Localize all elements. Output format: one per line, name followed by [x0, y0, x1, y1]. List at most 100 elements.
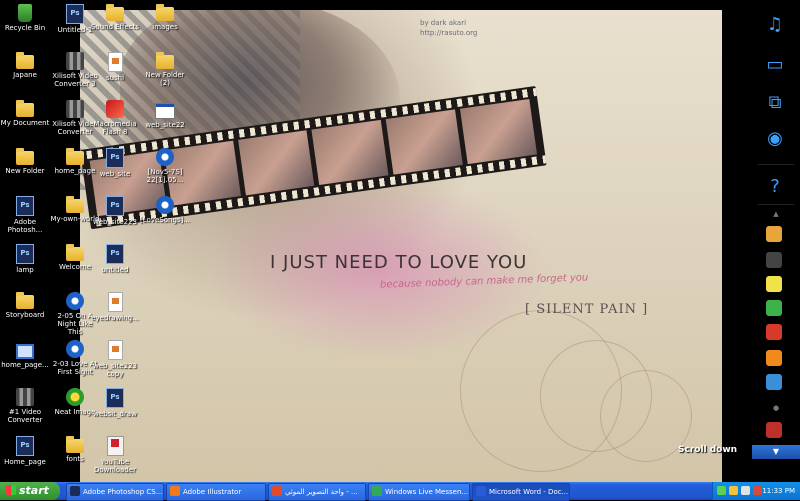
cat-red-icon[interactable] [766, 422, 782, 438]
scroll-down-button[interactable]: ▼ [752, 445, 800, 459]
chevron-down-icon: ▼ [772, 447, 780, 456]
desktop-icon[interactable]: #1 Video Converter [0, 386, 50, 434]
desktop-icon[interactable]: Japane [0, 50, 50, 98]
desktop-icon-label: YouTube Downloader [94, 458, 136, 474]
desktop-icon[interactable]: Ps Home_page [0, 434, 50, 482]
my-documents-icon [16, 100, 34, 117]
desktop-icon[interactable]: web_site223 copy [90, 338, 140, 386]
wallpaper-credit: by dark akari http://rasuto.org [420, 18, 477, 38]
desktop-icon-label: Sound Effects [90, 23, 140, 31]
folder-icon [106, 4, 124, 21]
security-icon[interactable] [753, 486, 762, 495]
desktop-icon[interactable]: Macromedia Flash 8 [90, 98, 140, 146]
desktop-icon-label: Home_page [4, 458, 46, 466]
browser-icon [272, 486, 282, 496]
film-frame [385, 109, 463, 175]
desktop-icon-label: Storyboard [5, 311, 45, 319]
desktop-icon[interactable]: [Nov5-7S] 22[1].05... [140, 146, 190, 194]
desktop-icon[interactable]: sushi [90, 50, 140, 98]
taskbar-task-button[interactable]: واحة التصوير الموئي - ... [268, 483, 366, 501]
help-icon[interactable]: ? [764, 176, 786, 198]
start-button[interactable]: start [0, 482, 60, 500]
taskbar-task-label: Adobe Illustrator [183, 488, 242, 496]
desktop-icon[interactable]: Ps web_site223 [90, 194, 140, 242]
desktop-icon-label: Japane [13, 71, 37, 79]
volume-icon[interactable] [741, 486, 750, 495]
document-icon [107, 292, 123, 312]
desktop-icon[interactable]: images [140, 2, 190, 50]
desktop-icon-label: My Document [0, 119, 50, 127]
desktop-icon[interactable]: Ps Adobe Photosh... [0, 194, 50, 242]
media-icon [156, 148, 174, 166]
taskbar-task-button[interactable]: Adobe Illustrator [166, 483, 266, 501]
flower-icon [66, 388, 84, 406]
desktop-icon-label: #1 Video Converter [7, 408, 43, 424]
downloader-icon [106, 436, 124, 456]
folder-icon [16, 292, 34, 309]
taskbar-task-button[interactable]: Microsoft Word - Doc... [472, 483, 570, 501]
desktop-icon[interactable]: New Folder [0, 146, 50, 194]
photoshop-file-icon: Ps [16, 244, 34, 264]
wallpaper-tag: [ SILENT PAIN ] [525, 302, 649, 317]
desktop-icon-label: Recycle Bin [4, 24, 46, 32]
desktop-icon-label: sushi [105, 74, 125, 82]
desktop-icon[interactable]: YouTube Downloader [90, 434, 140, 482]
desktop-icon-label: lamp [16, 266, 34, 274]
disc-icon[interactable]: ◉ [764, 128, 786, 150]
desktop-icon[interactable]: [LoveSongs]... [140, 194, 190, 242]
cone-icon[interactable] [766, 350, 782, 366]
video-converter-icon [16, 388, 34, 406]
sidebar-divider [758, 204, 794, 205]
start-label: start [19, 484, 49, 497]
film-frame [460, 98, 538, 165]
desktop-icon[interactable]: Ps web_site [90, 146, 140, 194]
taskbar-task-label: واحة التصوير الموئي - ... [285, 488, 358, 496]
desktop-icon[interactable]: Ps lamp [0, 242, 50, 290]
document-icon [107, 52, 123, 72]
desktop-icon[interactable]: Ps websit_draw [90, 386, 140, 434]
desktop-icon-label: web_site22 [145, 121, 185, 129]
desktop-icon-label: websit_draw [93, 410, 137, 418]
messenger-tray-icon[interactable] [729, 486, 738, 495]
desktop-icon[interactable]: Storyboard [0, 290, 50, 338]
picture-icon[interactable]: ▭ [764, 54, 786, 76]
scroll-up-arrow-icon[interactable]: ▲ [752, 210, 800, 218]
illustrator-icon [170, 486, 180, 496]
slides-icon[interactable]: ⧉ [764, 92, 786, 114]
red-gadget-icon[interactable] [766, 324, 782, 340]
desktop-icon[interactable]: web_site22 [140, 98, 190, 146]
taskbar-task-button[interactable]: Adobe Photoshop CS... [66, 483, 164, 501]
music-note-icon[interactable]: ♫ [764, 14, 786, 36]
desktop-icon[interactable]: Sound Effects [90, 2, 140, 50]
desktop-icon-label: Adobe Photosh... [7, 218, 43, 234]
wallpaper-credit-url: http://rasuto.org [420, 29, 478, 37]
photoshop-file-icon: Ps [106, 196, 124, 216]
desktop-icon[interactable]: New Folder (2) [140, 50, 190, 98]
network-icon[interactable] [717, 486, 726, 495]
desktop-icon[interactable]: eyedrawing... [90, 290, 140, 338]
desktop-icon[interactable]: home_page... [0, 338, 50, 386]
desktop[interactable]: by dark akari http://rasuto.org I JUST N… [0, 0, 800, 482]
desktop-icon[interactable]: My Document [0, 98, 50, 146]
photoshop-icon: Ps [16, 196, 34, 216]
clock[interactable]: 11:33 PM [762, 482, 795, 500]
desktop-icon-label: [Nov5-7S] 22[1].05... [146, 168, 184, 184]
desktop-icon-label: web_site223 [93, 218, 137, 226]
film-frame [237, 130, 315, 196]
photoshop-file-icon: Ps [106, 388, 124, 408]
cat-icon[interactable] [766, 252, 782, 268]
my-computer-icon [16, 344, 34, 359]
photoshop-file-icon: Ps [106, 244, 124, 264]
desktop-icon[interactable]: Ps untitled [90, 242, 140, 290]
desktop-icon-label: [LoveSongs]... [140, 216, 190, 224]
contact-card-icon[interactable] [766, 226, 782, 242]
face-icon[interactable] [766, 276, 782, 292]
globe-icon[interactable] [766, 374, 782, 390]
desktop-icon-label: New Folder (2) [145, 71, 185, 87]
folder-icon [66, 436, 84, 453]
recycle-icon[interactable] [766, 300, 782, 316]
taskbar-task-button[interactable]: Windows Live Messen... [368, 483, 470, 501]
desktop-icon[interactable]: Recycle Bin [0, 2, 50, 50]
desktop-icon-label: web_site [99, 170, 131, 178]
document-icon [107, 340, 123, 360]
